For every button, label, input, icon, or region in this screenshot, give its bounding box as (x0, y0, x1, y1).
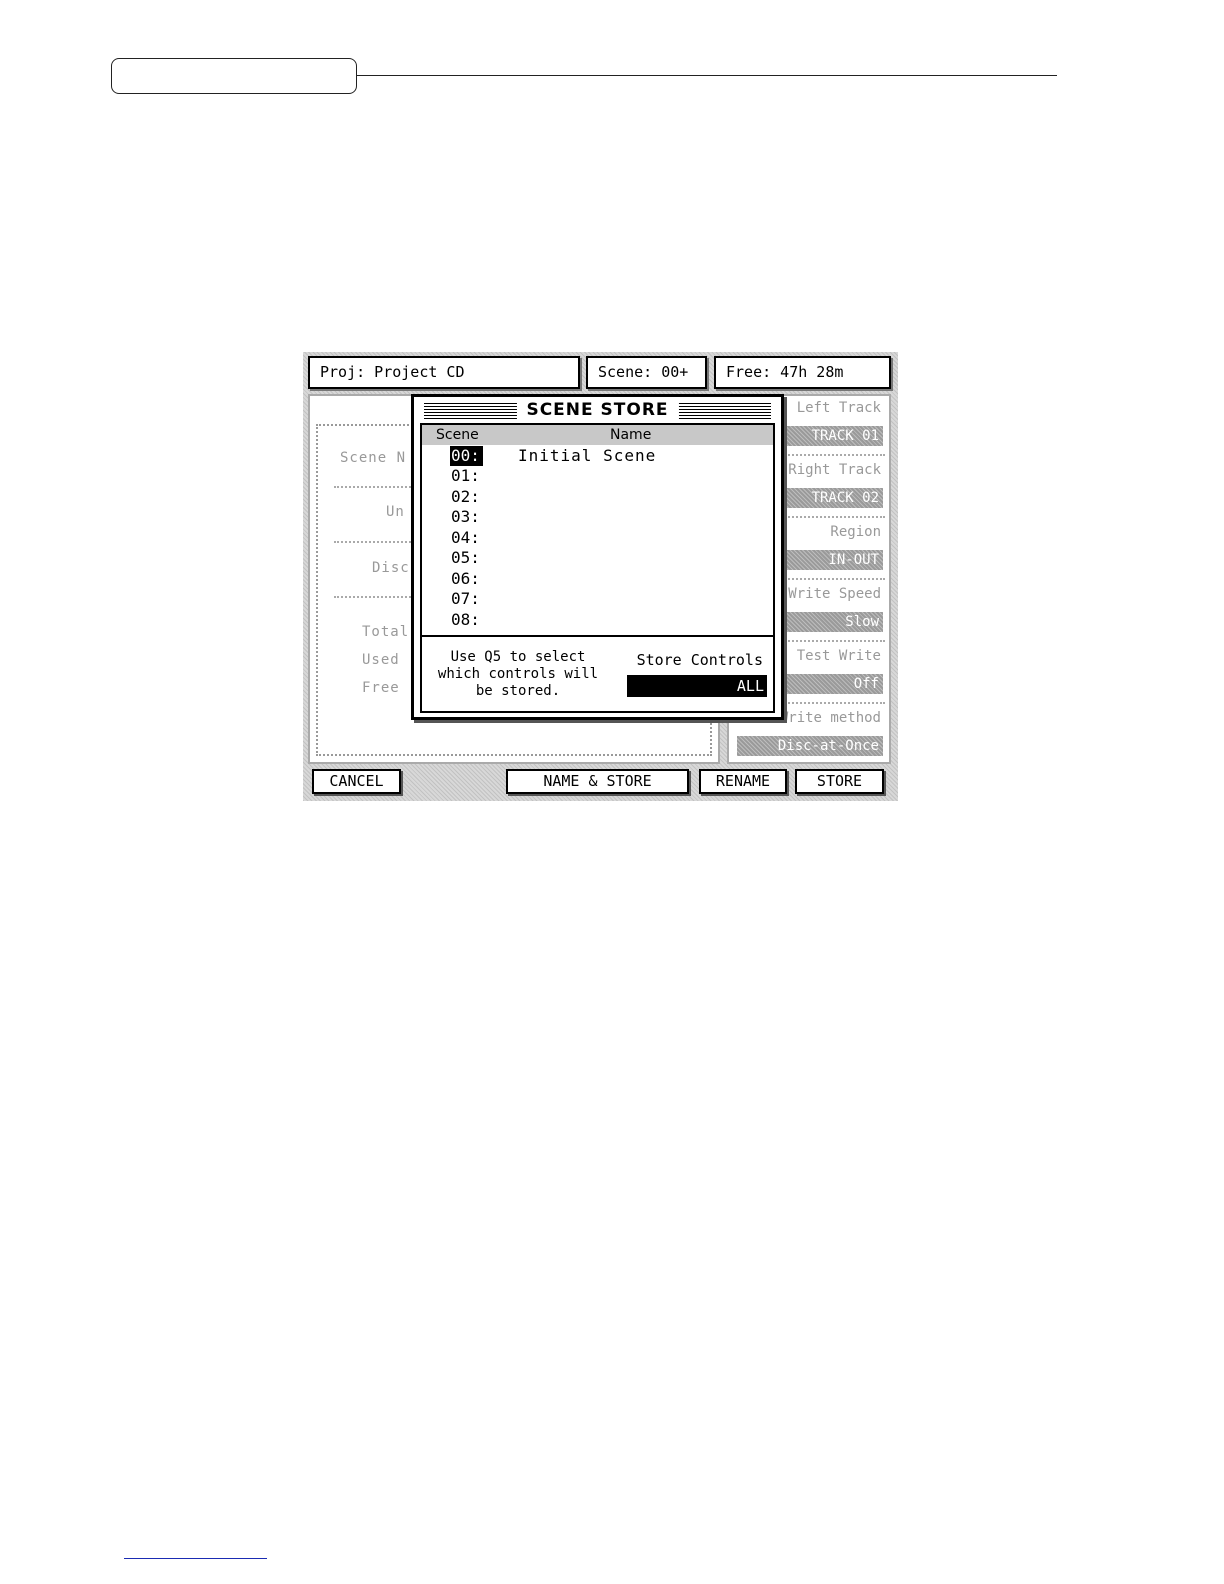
scene-row[interactable]: 02: (450, 487, 483, 507)
bg-label-scene: Scene N (340, 450, 407, 466)
bg-label-used: Used (362, 652, 400, 668)
bg-label-disc: Disc (372, 560, 410, 576)
name-and-store-button[interactable]: NAME & STORE (506, 769, 689, 794)
column-header-name: Name (610, 427, 652, 443)
help-line: Use Q5 to select (450, 649, 586, 665)
scene-row[interactable]: 03: (450, 507, 483, 527)
dialog-title: SCENE STORE (516, 399, 679, 421)
scene-number: 05: (451, 548, 480, 567)
scene-store-dialog: SCENE STORE Scene Name 00: Initial Scene… (411, 394, 784, 720)
help-text: Use Q5 to select which controls will be … (434, 649, 602, 700)
bg-setting-label: Test Write (796, 648, 881, 664)
scene-number: 06: (451, 569, 480, 588)
bg-divider (334, 596, 414, 598)
store-button[interactable]: STORE (795, 769, 884, 794)
bg-setting-label: Write method (779, 710, 881, 726)
scene-name: Initial Scene (518, 446, 657, 465)
dialog-body: Scene Name 00: Initial Scene 01: 02: 03:… (420, 423, 775, 713)
page-header-tab (111, 58, 357, 94)
cancel-button[interactable]: CANCEL (312, 769, 401, 794)
bg-setting-label: Right Track (788, 462, 881, 478)
bg-divider (334, 541, 414, 543)
store-controls-label: Store Controls (636, 651, 763, 669)
scene-row[interactable]: 05: (450, 548, 483, 568)
column-header-scene: Scene (436, 427, 479, 443)
header-rule (357, 75, 1057, 76)
lcd-screen: Proj: Project CD Scene: 00+ Free: 47h 28… (303, 352, 898, 801)
bg-label-un: Un (386, 504, 405, 520)
rename-button[interactable]: RENAME (699, 769, 787, 794)
scene-number: 08: (451, 610, 480, 629)
free-space-field: Free: 47h 28m (714, 356, 891, 389)
scene-number: 03: (451, 507, 480, 526)
dialog-divider (422, 635, 773, 637)
scene-number: 02: (451, 487, 480, 506)
scene-number: 04: (451, 528, 480, 547)
bg-label-free: Free (362, 680, 400, 696)
bg-label-total: Total (362, 624, 410, 640)
help-line: which controls will (437, 666, 599, 682)
bg-setting-value[interactable]: Disc-at-Once (737, 736, 883, 756)
scene-number: 01: (451, 466, 480, 485)
scene-row[interactable]: 04: (450, 528, 483, 548)
bg-setting-label: Left Track (796, 400, 881, 416)
scene-row[interactable]: 06: (450, 569, 483, 589)
scene-row[interactable]: 00: Initial Scene (450, 446, 655, 466)
scene-field: Scene: 00+ (586, 356, 707, 389)
scene-number: 07: (451, 589, 480, 608)
scene-row[interactable]: 08: (450, 610, 483, 630)
bg-setting-label: Write Speed (788, 586, 881, 602)
help-line: be stored. (475, 683, 561, 699)
bg-divider (334, 486, 414, 488)
footer-link-underline (124, 1558, 267, 1559)
bg-setting-label: Region (830, 524, 881, 540)
scene-number-selected: 00: (450, 446, 483, 466)
scene-list-header: Scene Name (422, 425, 773, 445)
scene-row[interactable]: 01: (450, 466, 483, 486)
store-controls-select[interactable]: ALL (627, 675, 767, 697)
scene-row[interactable]: 07: (450, 589, 483, 609)
project-field: Proj: Project CD (308, 356, 580, 389)
